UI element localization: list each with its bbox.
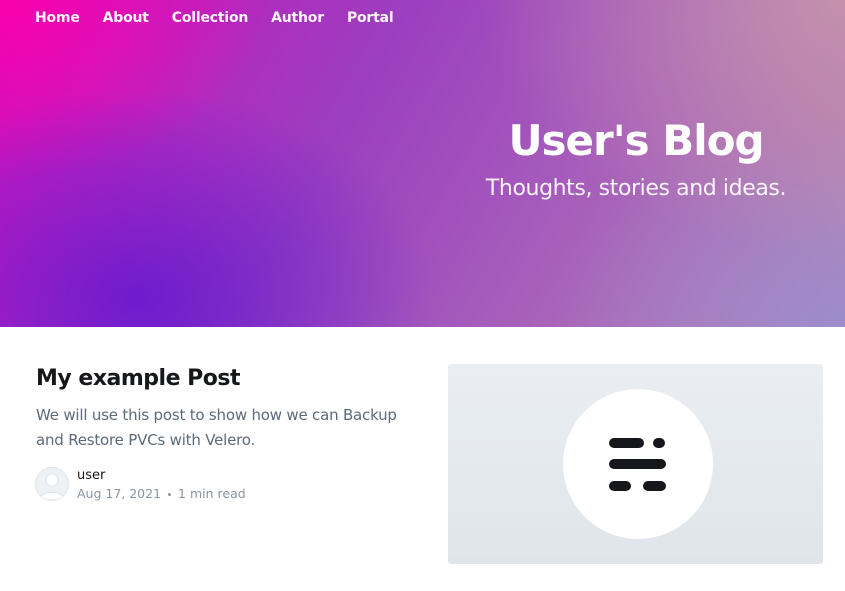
post-card[interactable]: My example Post We will use this post to… (35, 364, 825, 564)
nav-item-about[interactable]: About (103, 9, 149, 27)
placeholder-circle (563, 389, 713, 539)
reading-time: 1 min read (178, 486, 246, 501)
separator-dot (168, 492, 172, 496)
post-feature-image[interactable] (448, 364, 823, 564)
user-icon (39, 473, 65, 500)
post-date: Aug 17, 2021 (77, 486, 162, 501)
nav-item-home[interactable]: Home (35, 9, 80, 27)
ghost-placeholder-icon (609, 438, 666, 491)
site-header: Home About Collection Author Portal User… (0, 0, 845, 327)
main-nav: Home About Collection Author Portal (35, 9, 416, 27)
nav-item-collection[interactable]: Collection (172, 9, 249, 27)
blog-title: User's Blog (508, 116, 764, 165)
post-excerpt: We will use this post to show how we can… (36, 406, 397, 449)
nav-item-portal[interactable]: Portal (347, 9, 394, 27)
post-title[interactable]: My example Post (36, 364, 241, 394)
nav-item-author[interactable]: Author (271, 9, 324, 27)
author-avatar[interactable] (35, 467, 69, 501)
author-name[interactable]: user (77, 468, 105, 484)
post-meta: Aug 17, 2021 1 min read (77, 486, 246, 502)
blog-description: Thoughts, stories and ideas. (485, 176, 787, 201)
